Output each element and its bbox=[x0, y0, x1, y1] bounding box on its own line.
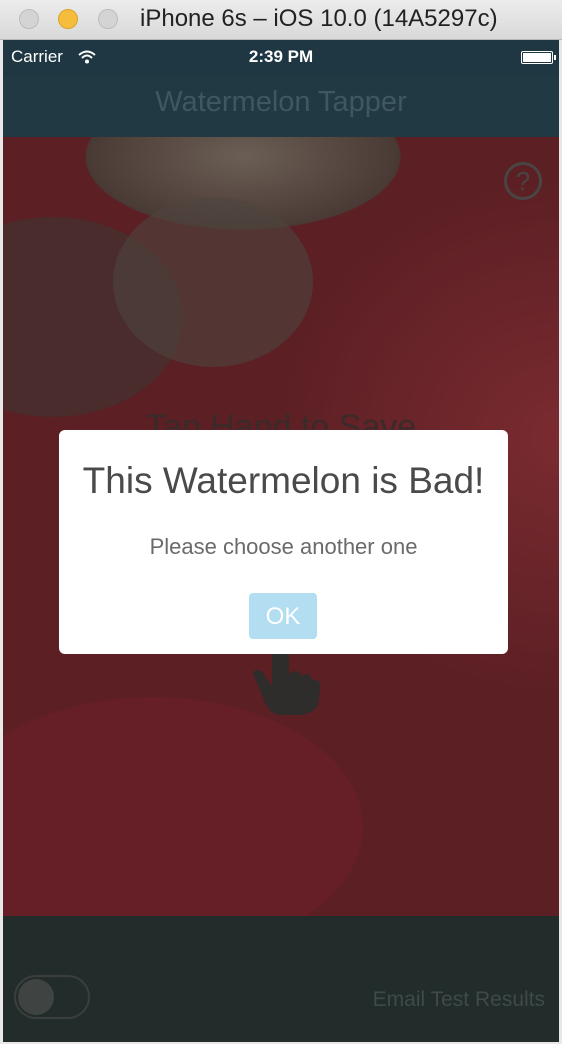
toggle-knob bbox=[18, 979, 54, 1015]
battery-icon bbox=[521, 51, 556, 64]
window-minimize-button[interactable] bbox=[58, 9, 78, 29]
watermelon-rind-shape bbox=[113, 197, 313, 367]
window-title-bar: iPhone 6s – iOS 10.0 (14A5297c) bbox=[0, 0, 562, 40]
ok-button[interactable]: OK bbox=[249, 593, 317, 639]
alert-dialog: This Watermelon is Bad! Please choose an… bbox=[59, 430, 508, 654]
status-bar: Carrier 2:39 PM bbox=[3, 40, 559, 76]
window-title: iPhone 6s – iOS 10.0 (14A5297c) bbox=[140, 5, 498, 32]
window-close-button[interactable] bbox=[19, 9, 39, 29]
bottom-bar: Email Test Results bbox=[3, 916, 559, 1042]
window-zoom-button[interactable] bbox=[98, 9, 118, 29]
test-toggle-switch[interactable] bbox=[14, 975, 90, 1019]
email-test-results-button[interactable]: Email Test Results bbox=[373, 988, 545, 1012]
help-button[interactable]: ? bbox=[504, 162, 542, 200]
navigation-bar: Watermelon Tapper bbox=[3, 76, 559, 137]
app-title: Watermelon Tapper bbox=[155, 86, 407, 118]
alert-title: This Watermelon is Bad! bbox=[82, 460, 485, 501]
alert-message: Please choose another one bbox=[149, 534, 418, 559]
status-time: 2:39 PM bbox=[248, 47, 314, 66]
